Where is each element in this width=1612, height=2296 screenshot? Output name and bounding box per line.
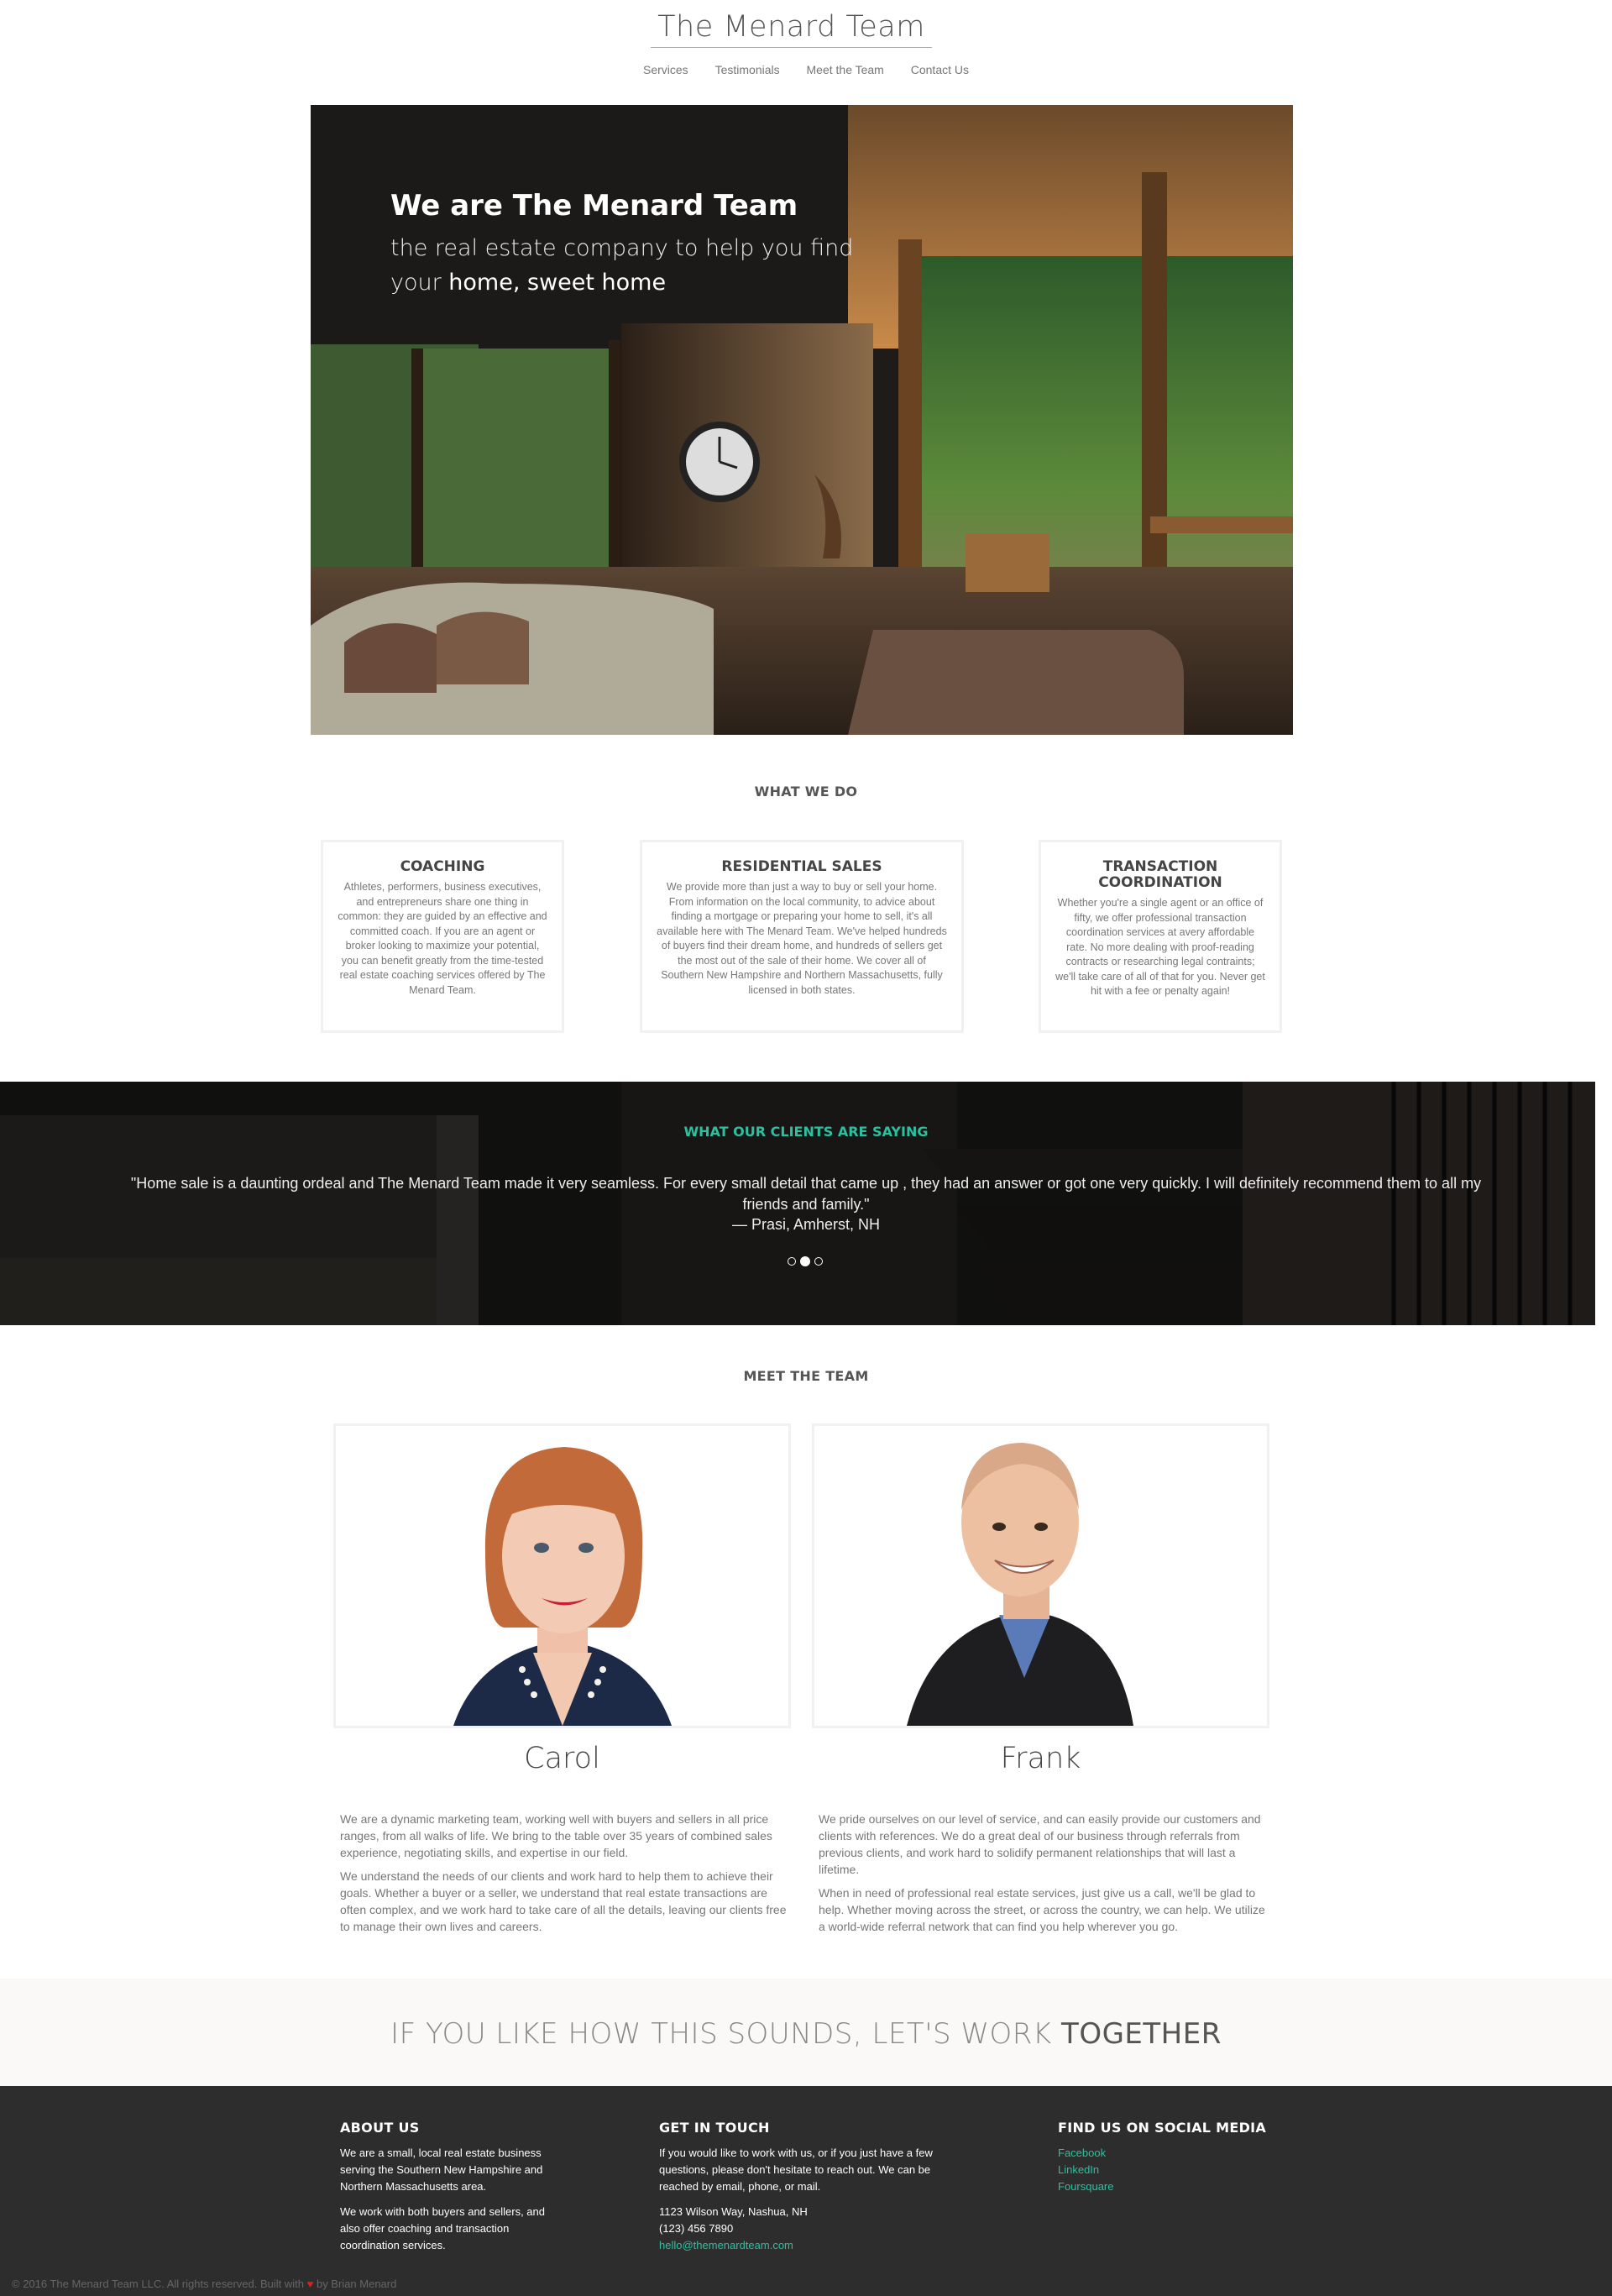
main-nav: Services Testimonials Meet the Team Cont… (0, 63, 1612, 76)
team-photo-frank (812, 1423, 1269, 1728)
team-photo-carol (333, 1423, 791, 1728)
footer-about-text: We work with both buyers and sellers, an… (340, 2205, 545, 2251)
service-card-residential-sales: RESIDENTIAL SALES We provide more than j… (640, 840, 964, 1033)
footer-social: FIND US ON SOCIAL MEDIA Facebook LinkedI… (1058, 2120, 1310, 2195)
carousel-dot-2[interactable] (800, 1255, 810, 1266)
social-link-foursquare[interactable]: Foursquare (1058, 2178, 1310, 2195)
bio-paragraph: We pride ourselves on our level of servi… (819, 1812, 1261, 1876)
bio-paragraph: When in need of professional real estate… (819, 1886, 1265, 1933)
services-title: WHAT WE DO (754, 784, 858, 799)
hero-subtitle: the real estate company to help you find… (390, 235, 854, 296)
social-link-facebook[interactable]: Facebook (1058, 2145, 1310, 2162)
social-link-linkedin[interactable]: LinkedIn (1058, 2162, 1310, 2178)
heart-icon: ♥ (306, 2278, 314, 2290)
team-bio-carol: We are a dynamic marketing team, working… (340, 1811, 793, 1942)
site-header: The Menard Team Services Testimonials Me… (0, 0, 1612, 101)
team-title: MEET THE TEAM (743, 1368, 869, 1384)
bio-paragraph: We are a dynamic marketing team, working… (340, 1812, 772, 1859)
brand-logo[interactable]: The Menard Team (651, 10, 932, 48)
testimonial-author: — Prasi, Amherst, NH (731, 1216, 881, 1233)
nav-services[interactable]: Services (643, 63, 688, 76)
team-bio-frank: We pride ourselves on our level of servi… (819, 1811, 1272, 1942)
frank-portrait-image (814, 1426, 1267, 1726)
service-card-transaction-coordination: TRANSACTION COORDINATION Whether you're … (1039, 840, 1282, 1033)
footer-about-text: We are a small, local real estate busine… (340, 2147, 543, 2193)
carol-portrait-image (336, 1426, 788, 1726)
service-text: We provide more than just a way to buy o… (657, 881, 947, 996)
footer-contact-text: If you would like to work with us, or if… (659, 2147, 933, 2193)
carousel-dot-1[interactable] (788, 1256, 796, 1266)
footer-contact: GET IN TOUCH If you would like to work w… (659, 2120, 953, 2254)
copyright: © 2016 The Menard Team LLC. All rights r… (12, 2278, 397, 2290)
team-name-frank: Frank (1000, 1742, 1081, 1775)
footer-address: 1123 Wilson Way, Nashua, NH (659, 2205, 808, 2218)
carousel-dots (788, 1254, 827, 1269)
testimonials-section: WHAT OUR CLIENTS ARE SAYING "Home sale i… (0, 1082, 1595, 1325)
service-title: COACHING (400, 858, 485, 875)
service-text: Whether you're a single agent or an offi… (1055, 897, 1265, 997)
carousel-dot-3[interactable] (814, 1256, 823, 1266)
nav-testimonials[interactable]: Testimonials (715, 63, 780, 76)
service-text: Athletes, performers, business executive… (338, 881, 547, 996)
nav-meet-the-team[interactable]: Meet the Team (807, 63, 884, 76)
footer-contact-title: GET IN TOUCH (659, 2120, 770, 2136)
site-footer: ABOUT US We are a small, local real esta… (0, 2086, 1612, 2296)
footer-social-title: FIND US ON SOCIAL MEDIA (1058, 2120, 1267, 2136)
team-name-carol: Carol (524, 1742, 600, 1775)
service-card-coaching: COACHING Athletes, performers, business … (321, 840, 564, 1033)
hero-title: We are The Menard Team (390, 189, 798, 223)
testimonial-quote: "Home sale is a daunting ordeal and The … (130, 1175, 1482, 1213)
nav-contact-us[interactable]: Contact Us (911, 63, 969, 76)
footer-email-link[interactable]: hello@themenardteam.com (659, 2237, 953, 2254)
footer-about-title: ABOUT US (340, 2120, 420, 2136)
bio-paragraph: We understand the needs of our clients a… (340, 1869, 787, 1933)
service-title: RESIDENTIAL SALES (721, 858, 882, 875)
cta-emphasis: TOGETHER (1061, 2017, 1222, 2051)
cta-section: IF YOU LIKE HOW THIS SOUNDS, LET'S WORK … (0, 1979, 1612, 2086)
testimonials-title: WHAT OUR CLIENTS ARE SAYING (683, 1124, 929, 1140)
hero-subtitle-emphasis: home, sweet home (448, 270, 667, 296)
footer-phone: (123) 456 7890 (659, 2222, 734, 2235)
hero-banner: We are The Menard Team the real estate c… (311, 105, 1293, 735)
service-title: TRANSACTION COORDINATION (1098, 858, 1222, 891)
footer-about: ABOUT US We are a small, local real esta… (340, 2120, 558, 2262)
cta-text: IF YOU LIKE HOW THIS SOUNDS, LET'S WORK … (390, 2017, 1222, 2051)
